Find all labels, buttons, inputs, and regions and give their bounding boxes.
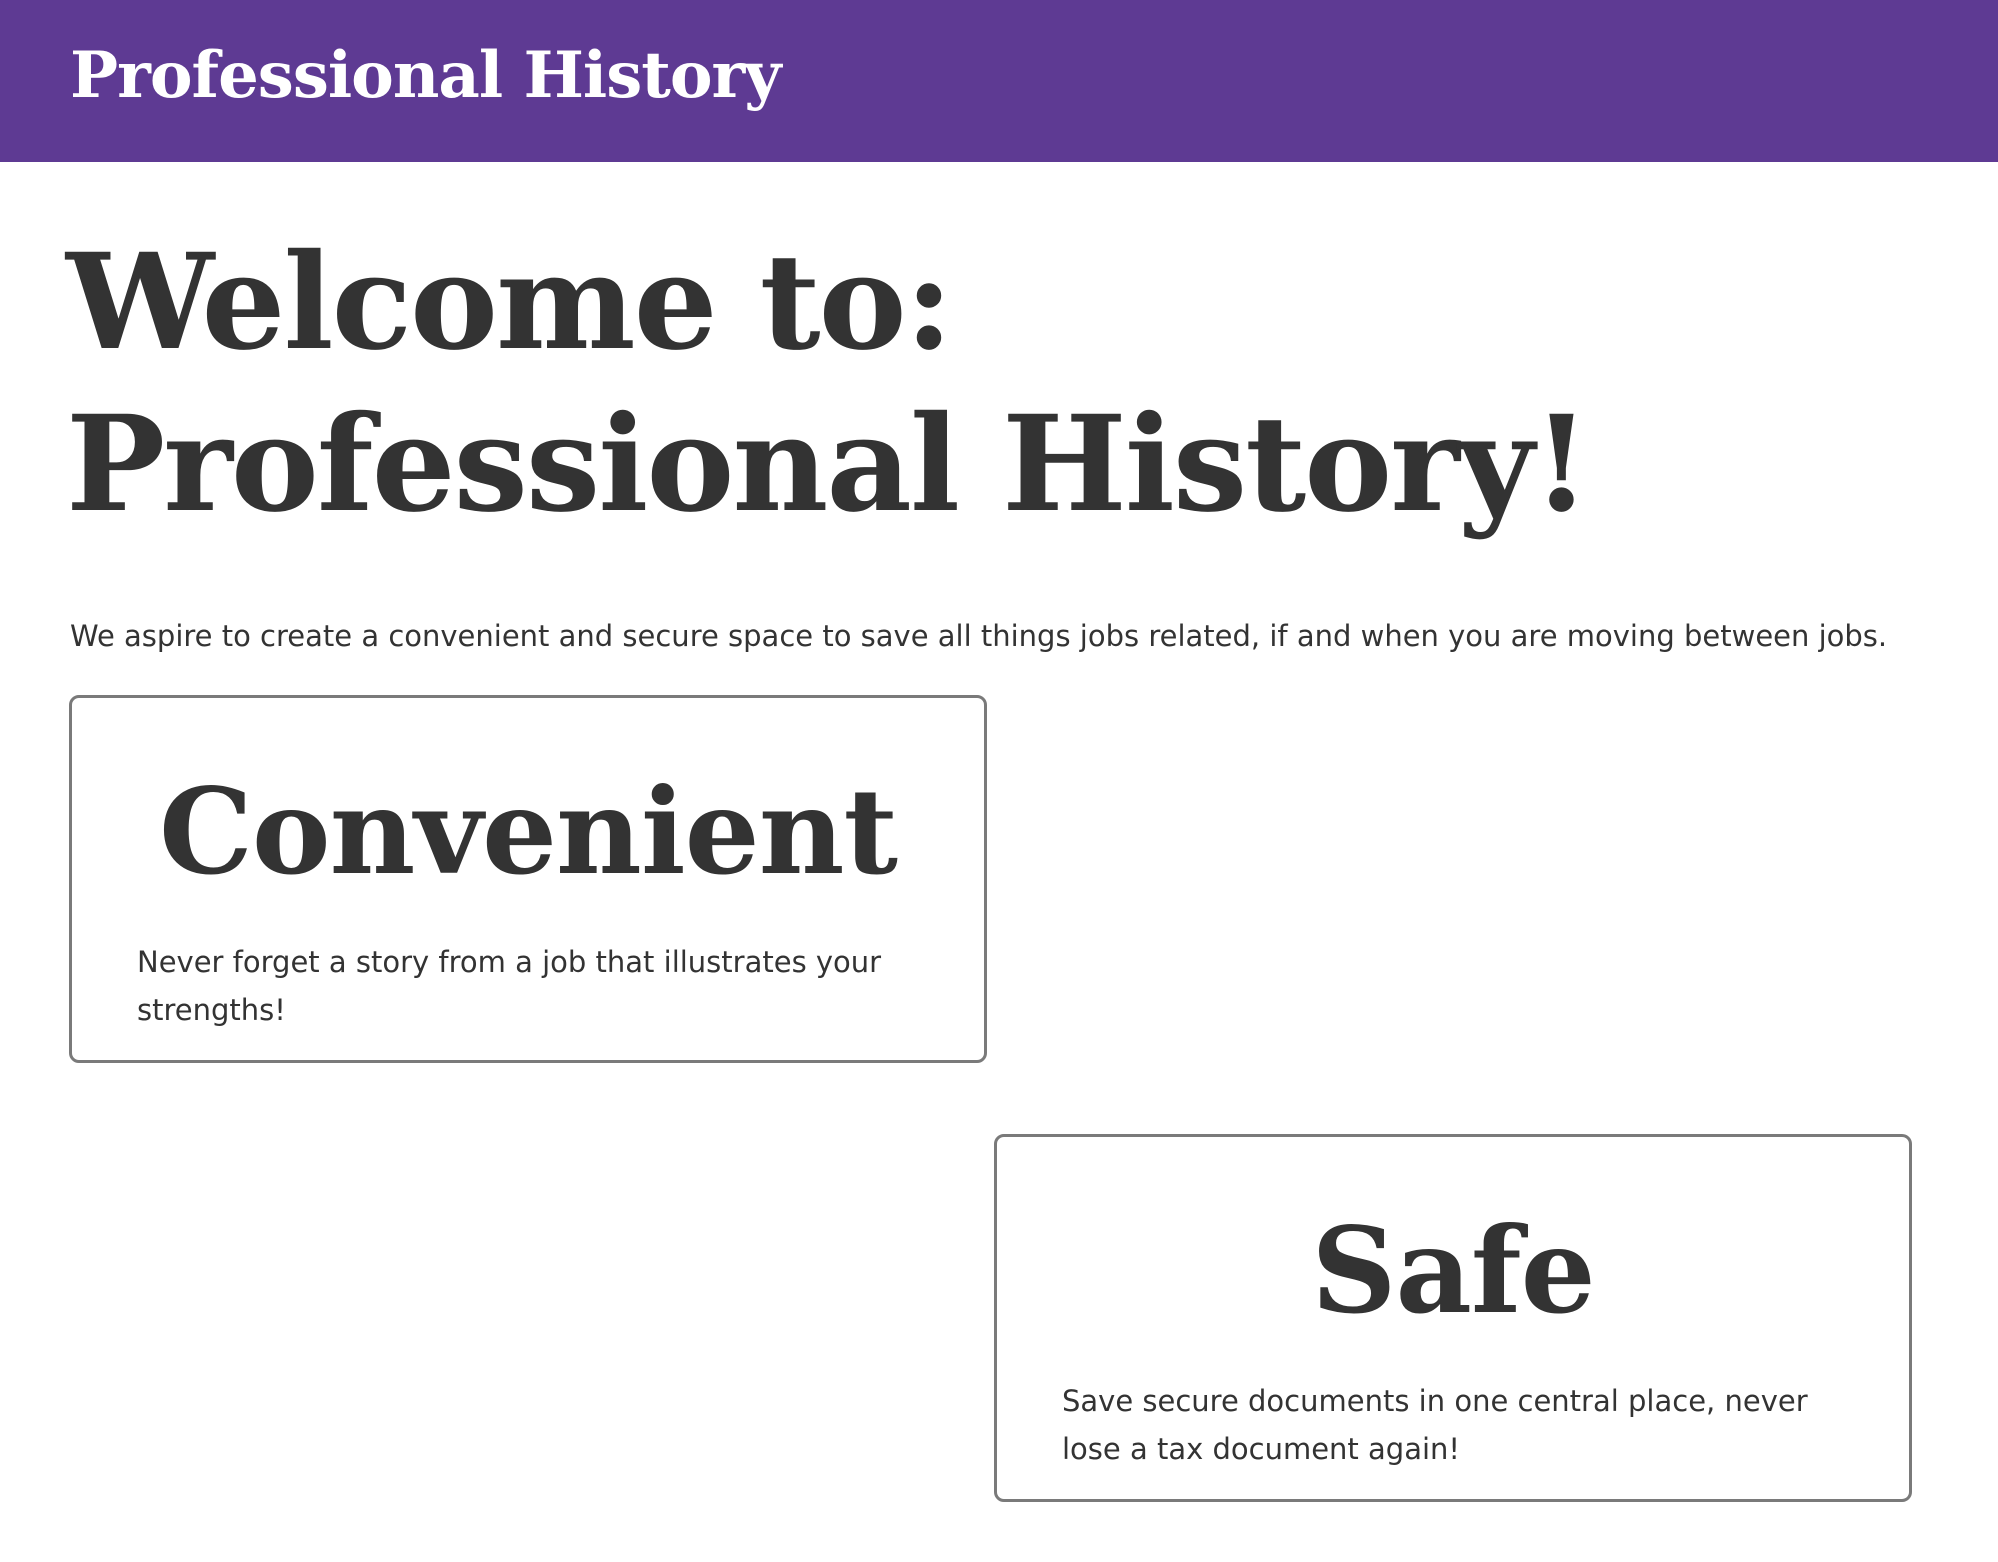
intro-text: We aspire to create a convenient and sec… [70, 619, 1888, 653]
hero-line-1: Welcome to: [66, 225, 953, 380]
feature-card-safe: Safe Save secure documents in one centra… [994, 1134, 1912, 1502]
feature-card-title: Convenient [158, 762, 898, 901]
hero-heading: Welcome to: Professional History! [66, 222, 1926, 546]
feature-card-convenient: Convenient Never forget a story from a j… [69, 695, 987, 1063]
feature-card-title: Safe [1311, 1201, 1596, 1340]
top-navbar: Professional History [0, 0, 1998, 162]
feature-card-text: Never forget a story from a job that ill… [137, 945, 882, 1027]
hero-line-2: Professional History! [66, 387, 1590, 542]
feature-card-text: Save secure documents in one central pla… [1062, 1384, 1808, 1466]
brand-title[interactable]: Professional History [70, 38, 781, 114]
